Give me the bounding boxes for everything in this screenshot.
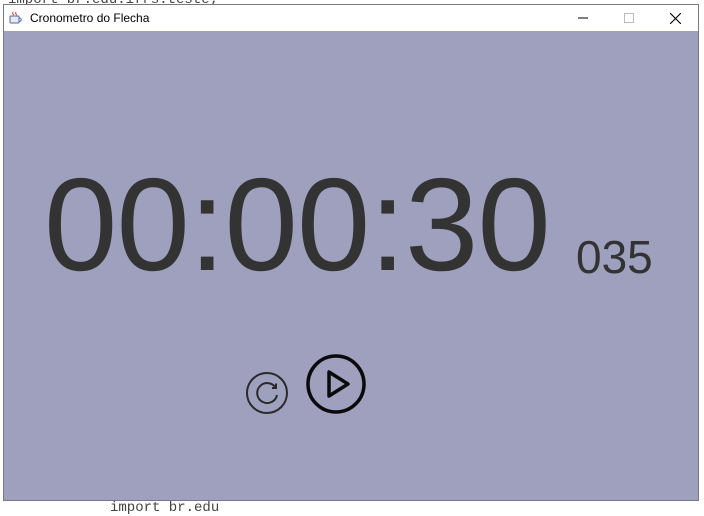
stopwatch-window: Cronometro do Flecha 00:00:30 035 xyxy=(3,4,699,501)
elapsed-time-display: 00:00:30 xyxy=(44,151,551,298)
close-button[interactable] xyxy=(652,5,698,31)
stopwatch-panel: 00:00:30 035 xyxy=(4,31,698,500)
play-icon xyxy=(306,354,366,414)
java-app-icon[interactable] xyxy=(8,10,24,26)
minimize-icon xyxy=(578,17,588,19)
minimize-button[interactable] xyxy=(560,5,606,31)
maximize-icon xyxy=(624,13,634,23)
window-title: Cronometro do Flecha xyxy=(30,11,150,25)
reset-button[interactable] xyxy=(245,371,289,415)
window-controls xyxy=(560,5,698,31)
milliseconds-display: 035 xyxy=(576,231,653,283)
background-code-line: import br.edu xyxy=(110,500,220,516)
close-icon xyxy=(669,12,681,24)
play-button[interactable] xyxy=(305,353,367,415)
reset-icon xyxy=(246,372,288,414)
title-bar[interactable]: Cronometro do Flecha xyxy=(4,5,698,31)
maximize-button[interactable] xyxy=(606,5,652,31)
